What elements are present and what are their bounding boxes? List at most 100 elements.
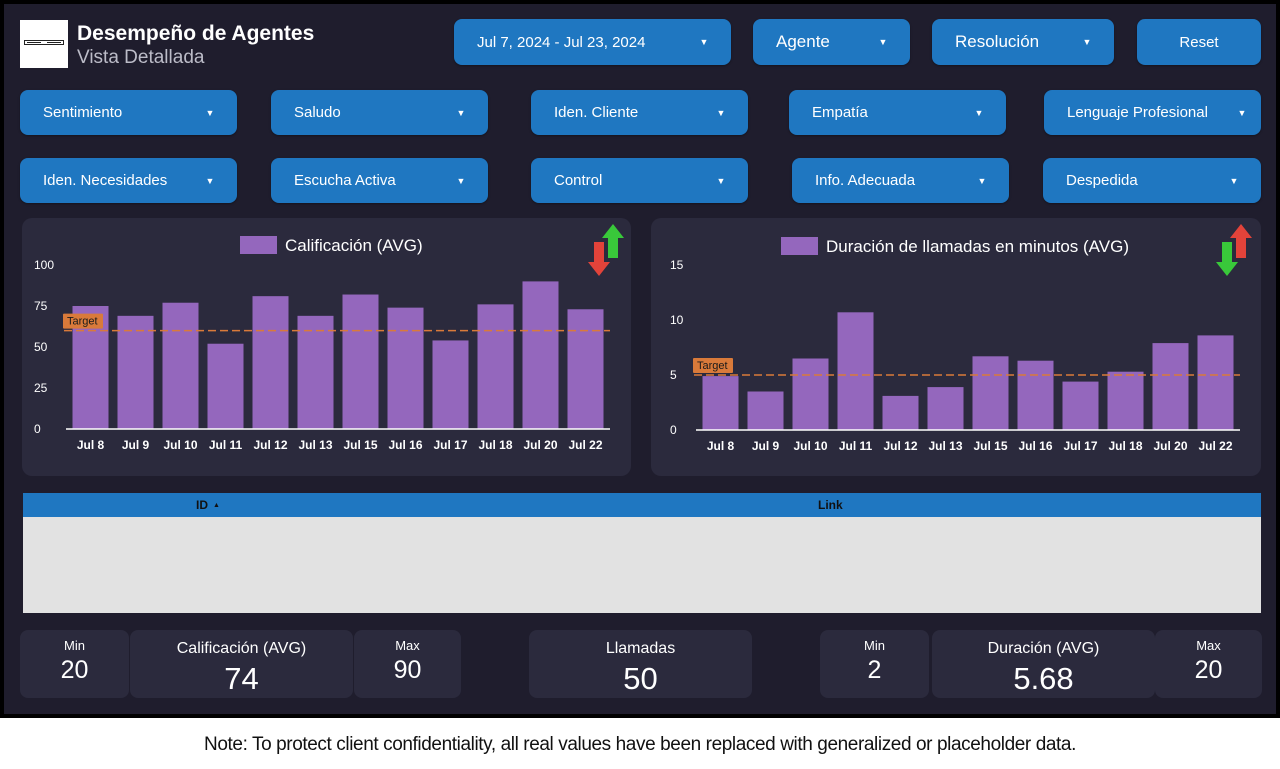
bar [432,340,469,429]
resolution-dropdown-label: Resolución [955,32,1040,51]
bar [387,307,424,429]
filter-sentimiento[interactable]: Sentimiento ▼ [20,90,237,135]
legend-swatch [240,236,277,254]
bar [252,296,289,429]
filter-label: Control [554,172,603,189]
page-subtitle: Vista Detallada [77,47,205,68]
filter-label: Sentimiento [43,104,123,121]
filter-saludo[interactable]: Saludo ▼ [271,90,488,135]
legend-swatch [781,237,818,255]
filter-despedida[interactable]: Despedida ▼ [1043,158,1261,203]
filter-label: Info. Adecuada [815,172,916,189]
kpi-label: Max [395,638,420,653]
score-bar-chart: Calificación (AVG) 0 25 50 75 100 Jul 8 Jul 9 Ju… [34,224,624,452]
agent-dropdown-label: Agente [776,32,830,51]
y-tick-label: 50 [34,340,48,354]
y-tick-label: 5 [670,368,677,382]
arrow-up-green-down-red-icon [588,224,624,276]
filter-control[interactable]: Control ▼ [531,158,748,203]
kpi-label: Llamadas [605,640,676,657]
kpi-value: 20 [1194,656,1223,684]
bar [1062,381,1099,430]
filter-label: Empatía [812,104,868,121]
column-header-link[interactable]: Link [818,498,843,512]
filter-lenguaje-profesional[interactable]: Lenguaje Profesional ▼ [1044,90,1261,135]
x-tick-label: Jul 8 [707,439,735,453]
kpi-value: 74 [224,661,259,696]
table-header: ID ▲ Link [23,493,1261,517]
bar [747,391,784,430]
kpi-label: Min [64,638,85,653]
x-tick-label: Jul 16 [388,438,422,452]
kpi-label: Min [864,638,885,653]
bar [1152,343,1189,430]
kpi-label: Duración (AVG) [987,640,1100,657]
x-tick-label: Jul 10 [163,438,197,452]
bar [792,358,829,430]
duration-max-card: Max 20 [1155,630,1262,698]
filter-label: Iden. Necesidades [43,172,168,189]
reset-button-label: Reset [1179,33,1219,51]
score-avg-card: Calificación (AVG) 74 [130,630,353,698]
x-tick-label: Jul 17 [1063,439,1097,453]
filter-label: Saludo [294,104,341,121]
chevron-down-icon: ▼ [456,175,466,186]
bar [567,309,604,429]
page-title: Desempeño de Agentes [77,22,315,45]
filter-empatia[interactable]: Empatía ▼ [789,90,1006,135]
kpi-value: 90 [393,656,422,684]
filter-iden-necesidades[interactable]: Iden. Necesidades ▼ [20,158,237,203]
bar [1197,335,1234,430]
chevron-down-icon: ▼ [716,107,726,118]
filter-label: Lenguaje Profesional [1067,104,1208,121]
kpi-value: 20 [60,656,89,684]
footer-note: Note: To protect client confidentiality,… [204,734,1076,755]
filter-iden-cliente[interactable]: Iden. Cliente ▼ [531,90,748,135]
column-header-id[interactable]: ID ▲ [196,498,220,512]
bar [702,376,739,430]
filter-label: Iden. Cliente [554,104,639,121]
filter-escucha-activa[interactable]: Escucha Activa ▼ [271,158,488,203]
kpi-label: Max [1196,638,1221,653]
x-tick-label: Jul 8 [77,438,105,452]
y-tick-label: 10 [670,313,684,327]
y-tick-label: 75 [34,299,48,313]
filter-label: Despedida [1066,172,1138,189]
chevron-down-icon: ▼ [878,37,888,47]
reset-button[interactable]: Reset [1137,19,1261,65]
company-logo [20,20,68,68]
chevron-down-icon: ▼ [974,107,984,118]
legend-label: Calificación (AVG) [285,236,423,255]
y-tick-label: 25 [34,381,48,395]
chevron-down-icon: ▼ [456,107,466,118]
chevron-down-icon: ▼ [1237,107,1247,118]
bar [1107,371,1144,430]
agent-dropdown[interactable]: Agente ▼ [753,19,910,65]
x-tick-label: Jul 17 [433,438,467,452]
y-tick-label: 0 [670,423,677,437]
duration-avg-card: Duración (AVG) 5.68 [932,630,1155,698]
score-max-card: Max 90 [354,630,461,698]
filter-info-adecuada[interactable]: Info. Adecuada ▼ [792,158,1009,203]
bar [837,312,874,430]
bar [297,315,334,429]
bar [207,343,244,429]
sort-ascending-icon: ▲ [213,502,220,509]
x-tick-label: Jul 12 [253,438,287,452]
x-tick-label: Jul 9 [122,438,150,452]
x-tick-label: Jul 20 [523,438,557,452]
x-tick-label: Jul 20 [1153,439,1187,453]
date-range-picker[interactable]: Jul 7, 2024 - Jul 23, 2024 ▼ [454,19,731,65]
x-tick-label: Jul 9 [752,439,780,453]
kpi-value: 50 [623,661,658,696]
score-min-card: Min 20 [20,630,129,698]
bar [927,387,964,430]
y-tick-label: 15 [670,258,684,272]
resolution-dropdown[interactable]: Resolución ▼ [932,19,1114,65]
x-tick-label: Jul 12 [883,439,917,453]
x-tick-label: Jul 18 [478,438,512,452]
chevron-down-icon: ▼ [1229,175,1239,186]
x-tick-label: Jul 10 [793,439,827,453]
x-tick-label: Jul 15 [973,439,1007,453]
bar [1017,360,1054,430]
